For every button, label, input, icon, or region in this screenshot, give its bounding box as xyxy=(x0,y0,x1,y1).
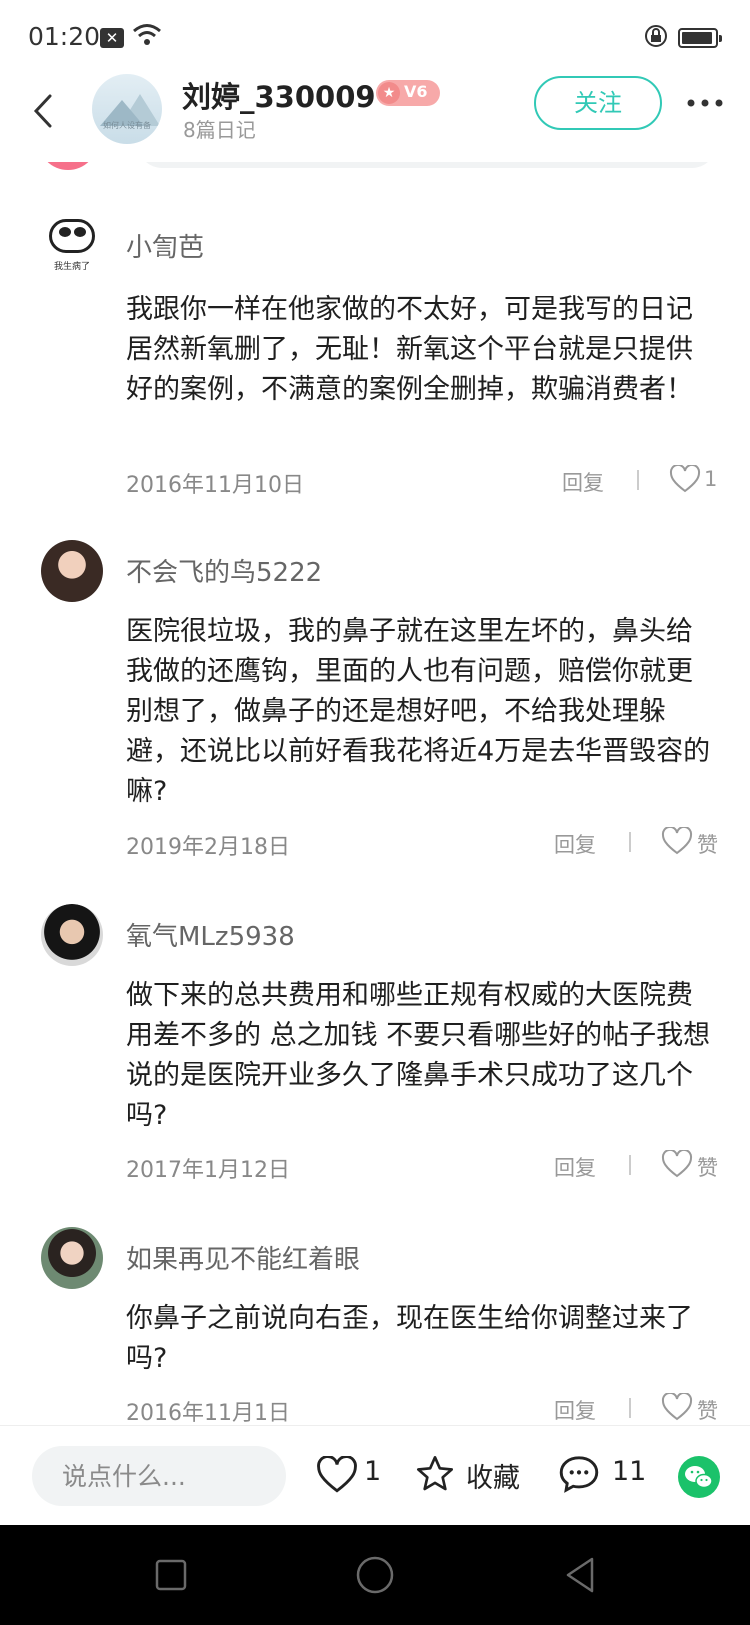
avatar[interactable] xyxy=(41,540,103,602)
star-icon: ★ xyxy=(378,82,400,104)
comment-text: 医院很垃圾，我的鼻子就在这里左坏的，鼻头给我做的还鹰钩，里面的人也有问题，赔偿你… xyxy=(126,616,711,807)
reply-button[interactable]: 回复 xyxy=(562,467,604,497)
comment-text: 做下来的总共费用和哪些正规有权威的大医院费用差不多的 总之加钱 不要只看哪些好的… xyxy=(126,980,711,1131)
comment-author[interactable]: 不会飞的鸟5222 xyxy=(126,552,322,589)
star-icon[interactable] xyxy=(415,1454,455,1494)
divider xyxy=(629,832,631,852)
comment-date: 2016年11月10日 xyxy=(126,473,304,498)
battery-icon xyxy=(678,28,722,48)
divider xyxy=(629,1398,631,1418)
rotation-lock-icon xyxy=(645,25,667,47)
home-icon[interactable] xyxy=(355,1555,395,1595)
like-count[interactable]: 1 xyxy=(704,467,717,491)
like-button-label[interactable]: 赞 xyxy=(697,829,718,859)
avatar-caption: 如何人设有备 xyxy=(103,121,151,130)
wifi-icon xyxy=(133,24,161,45)
favorite-button[interactable]: 收藏 xyxy=(466,1456,520,1495)
heart-icon[interactable] xyxy=(316,1456,358,1494)
heart-icon[interactable] xyxy=(661,827,693,855)
heart-icon[interactable] xyxy=(661,1393,693,1421)
avatar[interactable]: 我生病了 xyxy=(41,215,103,277)
heart-icon[interactable] xyxy=(669,465,701,493)
comment-author[interactable]: 如果再见不能红着眼 xyxy=(126,1239,360,1276)
avatar[interactable]: 如何人设有备 xyxy=(92,74,162,144)
level-badge: ★ V6 xyxy=(376,80,440,106)
divider xyxy=(629,1155,631,1175)
notification-icon: ✕ xyxy=(100,28,124,48)
more-icon[interactable] xyxy=(686,98,724,108)
avatar-caption: 我生病了 xyxy=(53,262,90,272)
heart-icon[interactable] xyxy=(661,1150,693,1178)
reply-button[interactable]: 回复 xyxy=(554,829,596,859)
comment-icon[interactable] xyxy=(558,1454,600,1494)
comment-count[interactable]: 11 xyxy=(612,1456,646,1487)
diary-count: 8篇日记 xyxy=(183,118,256,142)
level-badge-label: V6 xyxy=(404,82,428,101)
profile-header: 如何人设有备 刘婷_330009 ★ V6 8篇日记 关注 xyxy=(0,72,750,162)
bottom-action-bar: 1 收藏 11 xyxy=(0,1425,750,1525)
like-button-label[interactable]: 赞 xyxy=(697,1152,718,1182)
wechat-icon xyxy=(685,1466,713,1489)
comment-input[interactable] xyxy=(32,1446,286,1506)
comment-date: 2017年1月12日 xyxy=(126,1158,290,1183)
like-count[interactable]: 1 xyxy=(364,1456,381,1487)
reply-button[interactable]: 回复 xyxy=(554,1395,596,1425)
avatar[interactable] xyxy=(41,1227,103,1289)
comment-text: 我跟你一样在他家做的不太好，可是我写的日记居然新氧删了，无耻！新氧这个平台就是只… xyxy=(126,294,693,405)
recents-icon[interactable] xyxy=(154,1558,188,1592)
comment-date: 2016年11月1日 xyxy=(126,1401,290,1426)
back-button[interactable] xyxy=(26,86,66,136)
comment-author[interactable]: 小訇芭 xyxy=(126,227,204,264)
comment-text: 你鼻子之前说向右歪，现在医生给你调整过来了吗? xyxy=(126,1303,693,1374)
status-bar: 01:20 ✕ xyxy=(0,0,750,72)
like-button-label[interactable]: 赞 xyxy=(697,1395,718,1425)
wechat-share-button[interactable] xyxy=(678,1456,720,1498)
comment-author[interactable]: 氧气MLz5938 xyxy=(126,916,295,953)
status-time: 01:20 xyxy=(28,22,101,51)
comment-date: 2019年2月18日 xyxy=(126,835,290,860)
avatar[interactable] xyxy=(41,904,103,966)
divider xyxy=(637,470,639,490)
username: 刘婷_330009 xyxy=(182,80,376,114)
back-nav-icon[interactable] xyxy=(562,1555,598,1595)
system-navigation-bar xyxy=(0,1525,750,1625)
reply-button[interactable]: 回复 xyxy=(554,1152,596,1182)
follow-button[interactable]: 关注 xyxy=(534,76,662,130)
